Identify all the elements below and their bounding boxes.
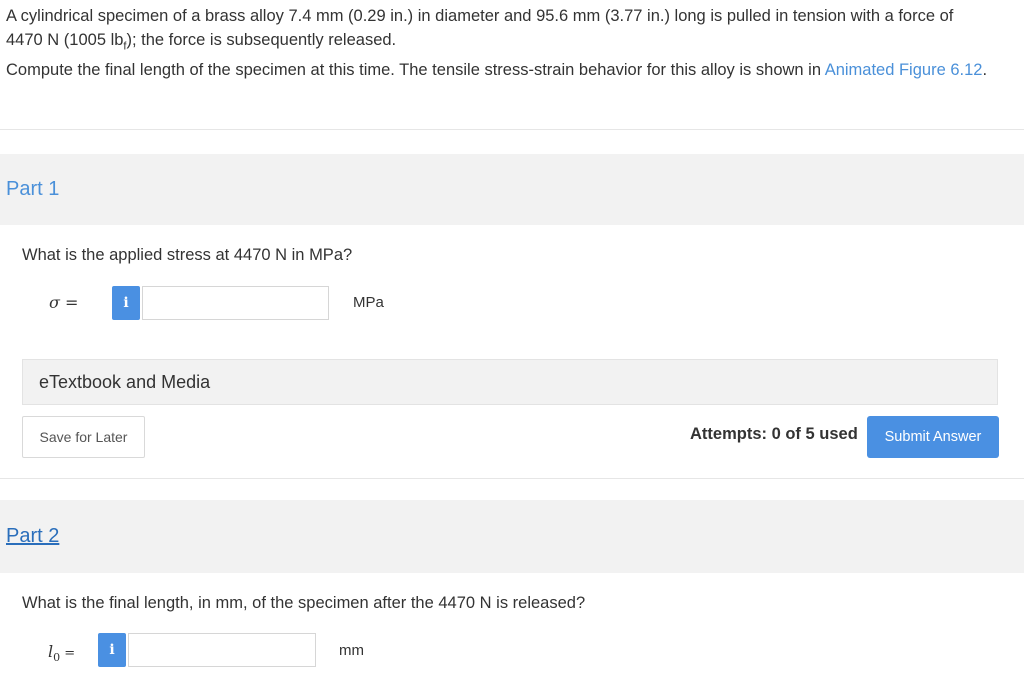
part1-title: Part 1 [6,178,60,200]
etextbook-media-toggle[interactable]: eTextbook and Media [22,359,998,405]
problem-statement: A cylindrical specimen of a brass alloy … [6,4,1011,82]
animated-figure-link[interactable]: Animated Figure 6.12 [825,61,983,79]
unit-mpa: MPa [353,294,384,311]
sigma-label: σ = [49,293,79,312]
part2-header [0,500,1024,573]
divider [0,129,1024,130]
length-answer-input[interactable] [128,633,316,667]
info-icon[interactable]: i [112,286,140,320]
problem-text-line1: A cylindrical specimen of a brass alloy … [6,7,954,25]
info-icon[interactable]: i [98,633,126,667]
part1-question: What is the applied stress at 4470 N in … [22,246,353,264]
l0-label: l0 = [48,642,76,665]
part1-header [0,154,1024,225]
submit-answer-button[interactable]: Submit Answer [867,416,999,458]
unit-mm: mm [339,642,364,659]
part2-question: What is the final length, in mm, of the … [22,594,586,612]
etextbook-label: eTextbook and Media [39,372,211,392]
problem-text-line3: Compute the final length of the specimen… [6,61,988,80]
save-for-later-button[interactable]: Save for Later [22,416,145,458]
part2-title-link[interactable]: Part 2 [6,525,59,548]
stress-answer-input[interactable] [142,286,329,320]
divider [0,478,1024,479]
problem-text-line2: 4470 N (1005 lbf); the force is subseque… [6,31,397,53]
attempts-counter: Attempts: 0 of 5 used [690,425,858,443]
